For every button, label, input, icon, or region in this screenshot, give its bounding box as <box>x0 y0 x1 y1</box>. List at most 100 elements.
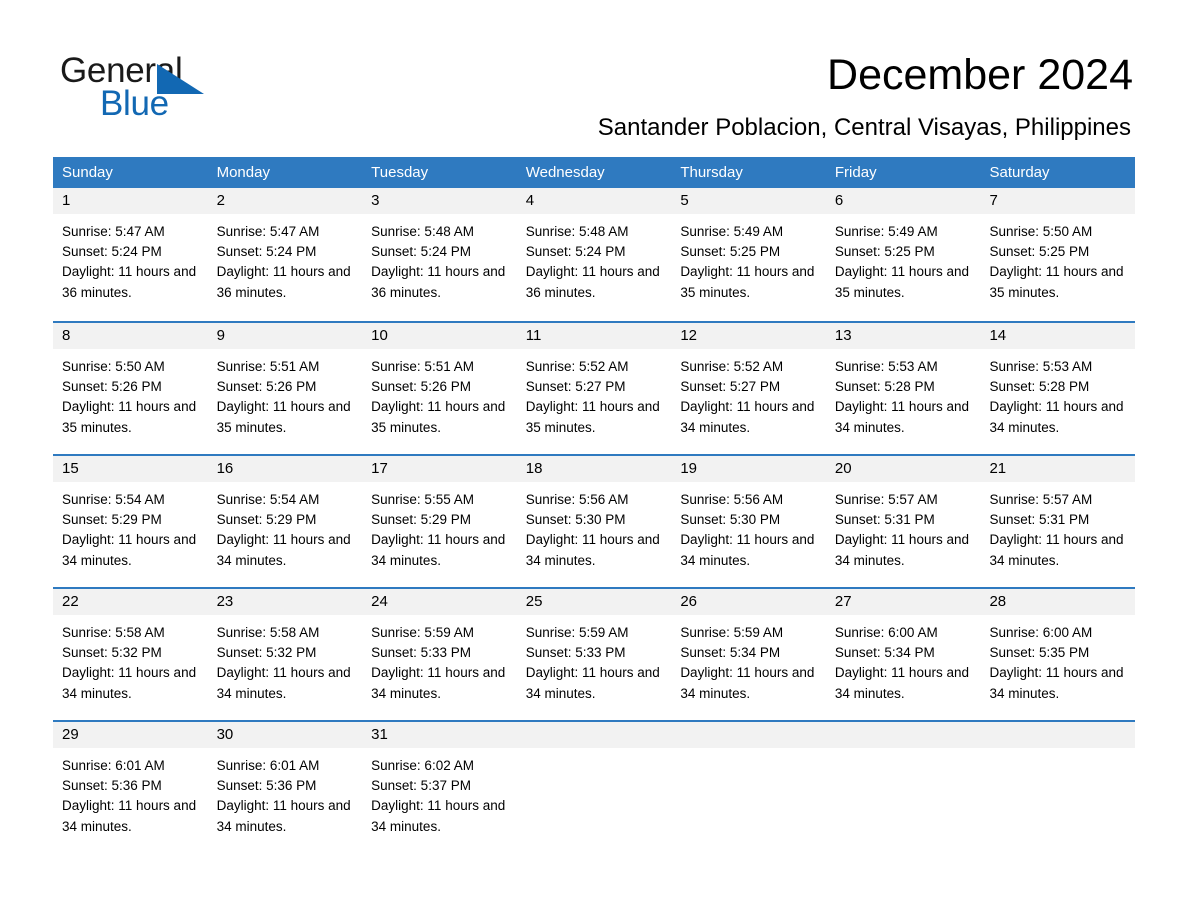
day-number: 2 <box>207 188 363 214</box>
sunset-text: Sunset: 5:28 PM <box>989 379 1090 395</box>
daylight-text: Daylight: 11 hours and 34 minutes. <box>989 665 1124 701</box>
calendar-day-cell[interactable]: 25 Sunrise: 5:59 AM Sunset: 5:33 PM Dayligh… <box>516 589 672 720</box>
daylight-text: Daylight: 11 hours and 34 minutes. <box>62 532 197 568</box>
day-number: 25 <box>516 589 672 615</box>
sunrise-text: Sunrise: 5:51 AM <box>371 359 474 374</box>
day-number <box>516 722 672 748</box>
calendar-day-cell[interactable]: 27 Sunrise: 6:00 AM Sunset: 5:34 PM Dayligh… <box>825 589 981 720</box>
sunrise-text: Sunrise: 5:57 AM <box>834 492 938 507</box>
calendar-day-cell[interactable]: 15 Sunrise: 5:54 AM Sunset: 5:29 PM Dayligh… <box>53 456 208 587</box>
daylight-text: Daylight: 11 hours and 36 minutes. <box>216 264 351 300</box>
calendar-day-cell[interactable]: 9 Sunrise: 5:51 AM Sunset: 5:26 PM Daylight… <box>207 323 363 454</box>
sunset-text: Sunset: 5:29 PM <box>62 512 162 528</box>
daylight-text: Daylight: 11 hours and 34 minutes. <box>680 399 815 435</box>
sunrise-text: Sunrise: 5:52 AM <box>680 359 784 374</box>
calendar-day-cell-empty <box>980 722 1136 853</box>
calendar-day-cell[interactable]: 20 Sunrise: 5:57 AM Sunset: 5:31 PM Dayligh… <box>825 456 981 587</box>
sunset-text: Sunset: 5:34 PM <box>680 645 781 661</box>
sunset-text: Sunset: 5:24 PM <box>62 244 162 260</box>
general-blue-logo: General Blue <box>60 52 260 123</box>
calendar-day-cell[interactable]: 11 Sunrise: 5:52 AM Sunset: 5:27 PM Dayligh… <box>516 323 672 454</box>
sunset-text: Sunset: 5:24 PM <box>525 244 626 260</box>
day-details: Sunrise: 5:54 AM Sunset: 5:29 PM Daylight:… <box>53 482 208 571</box>
calendar-day-cell[interactable]: 1 Sunrise: 5:47 AM Sunset: 5:24 PM Daylight… <box>53 188 208 321</box>
day-details: Sunrise: 5:51 AM Sunset: 5:26 PM Daylight:… <box>362 349 517 438</box>
daylight-text: Daylight: 11 hours and 34 minutes. <box>62 798 197 834</box>
daylight-text: Daylight: 11 hours and 35 minutes. <box>371 399 506 435</box>
calendar-day-cell-empty <box>516 722 672 853</box>
calendar-day-cell[interactable]: 28 Sunrise: 6:00 AM Sunset: 5:35 PM Dayligh… <box>980 589 1136 720</box>
day-number: 16 <box>207 456 363 482</box>
calendar-day-cell[interactable]: 17 Sunrise: 5:55 AM Sunset: 5:29 PM Dayligh… <box>362 456 517 587</box>
daylight-text: Daylight: 11 hours and 34 minutes. <box>62 665 197 701</box>
day-details: Sunrise: 5:59 AM Sunset: 5:34 PM Daylight:… <box>671 615 826 704</box>
sunset-text: Sunset: 5:33 PM <box>525 645 626 661</box>
calendar-day-cell[interactable]: 6 Sunrise: 5:49 AM Sunset: 5:25 PM Daylight… <box>825 188 981 321</box>
sunset-text: Sunset: 5:30 PM <box>680 512 781 528</box>
calendar-day-cell[interactable]: 30 Sunrise: 6:01 AM Sunset: 5:36 PM Dayligh… <box>207 722 363 853</box>
sunrise-text: Sunrise: 5:59 AM <box>525 625 629 640</box>
calendar-day-cell[interactable]: 22 Sunrise: 5:58 AM Sunset: 5:32 PM Dayligh… <box>53 589 208 720</box>
calendar-day-cell[interactable]: 19 Sunrise: 5:56 AM Sunset: 5:30 PM Dayligh… <box>671 456 826 587</box>
day-number: 28 <box>980 589 1136 615</box>
calendar-day-cell[interactable]: 13 Sunrise: 5:53 AM Sunset: 5:28 PM Dayligh… <box>825 323 981 454</box>
calendar-day-cell[interactable]: 8 Sunrise: 5:50 AM Sunset: 5:26 PM Daylight… <box>53 323 208 454</box>
sunrise-text: Sunrise: 5:56 AM <box>525 492 629 507</box>
day-number: 19 <box>671 456 826 482</box>
sunset-text: Sunset: 5:33 PM <box>371 645 471 661</box>
sunrise-text: Sunrise: 6:01 AM <box>216 758 320 773</box>
daylight-text: Daylight: 11 hours and 34 minutes. <box>525 665 660 701</box>
day-details: Sunrise: 5:55 AM Sunset: 5:29 PM Daylight:… <box>362 482 517 571</box>
sunrise-text: Sunrise: 6:00 AM <box>989 625 1093 640</box>
calendar-day-cell[interactable]: 18 Sunrise: 5:56 AM Sunset: 5:30 PM Dayligh… <box>516 456 672 587</box>
sunset-text: Sunset: 5:36 PM <box>216 778 317 794</box>
sunrise-text: Sunrise: 5:47 AM <box>216 224 320 239</box>
day-number: 29 <box>53 722 208 748</box>
day-of-week-header-row: Sunday Monday Tuesday Wednesday Thursday… <box>53 157 1135 188</box>
day-number: 8 <box>53 323 208 349</box>
calendar-day-cell[interactable]: 16 Sunrise: 5:54 AM Sunset: 5:29 PM Dayligh… <box>207 456 363 587</box>
day-details: Sunrise: 5:47 AM Sunset: 5:24 PM Daylight:… <box>208 214 363 303</box>
calendar-day-cell[interactable]: 4 Sunrise: 5:48 AM Sunset: 5:24 PM Daylight… <box>516 188 672 321</box>
day-number: 22 <box>53 589 208 615</box>
calendar-day-cell[interactable]: 23 Sunrise: 5:58 AM Sunset: 5:32 PM Dayligh… <box>207 589 363 720</box>
calendar-day-cell[interactable]: 24 Sunrise: 5:59 AM Sunset: 5:33 PM Dayligh… <box>362 589 517 720</box>
sunset-text: Sunset: 5:35 PM <box>989 645 1090 661</box>
daylight-text: Daylight: 11 hours and 34 minutes. <box>834 665 969 701</box>
sunset-text: Sunset: 5:25 PM <box>834 244 935 260</box>
sunset-text: Sunset: 5:32 PM <box>216 645 317 661</box>
calendar-day-cell[interactable]: 7 Sunrise: 5:50 AM Sunset: 5:25 PM Daylight… <box>980 188 1136 321</box>
daylight-text: Daylight: 11 hours and 35 minutes. <box>525 399 660 435</box>
day-details: Sunrise: 5:49 AM Sunset: 5:25 PM Daylight:… <box>826 214 981 303</box>
daylight-text: Daylight: 11 hours and 34 minutes. <box>834 532 969 568</box>
day-number: 23 <box>207 589 363 615</box>
calendar-day-cell[interactable]: 21 Sunrise: 5:57 AM Sunset: 5:31 PM Dayligh… <box>980 456 1136 587</box>
calendar-day-cell[interactable]: 5 Sunrise: 5:49 AM Sunset: 5:25 PM Daylight… <box>671 188 826 321</box>
sunset-text: Sunset: 5:36 PM <box>62 778 162 794</box>
day-details: Sunrise: 5:52 AM Sunset: 5:27 PM Daylight:… <box>517 349 672 438</box>
day-number: 27 <box>825 589 981 615</box>
calendar-day-cell[interactable]: 29 Sunrise: 6:01 AM Sunset: 5:36 PM Dayligh… <box>53 722 208 853</box>
day-number: 31 <box>362 722 517 748</box>
day-number: 6 <box>825 188 981 214</box>
calendar-day-cell[interactable]: 26 Sunrise: 5:59 AM Sunset: 5:34 PM Dayligh… <box>671 589 826 720</box>
sunrise-text: Sunrise: 6:01 AM <box>62 758 165 773</box>
day-details: Sunrise: 6:01 AM Sunset: 5:36 PM Daylight:… <box>53 748 208 837</box>
calendar-day-cell[interactable]: 31 Sunrise: 6:02 AM Sunset: 5:37 PM Dayligh… <box>362 722 517 853</box>
calendar-week-row: 8 Sunrise: 5:50 AM Sunset: 5:26 PM Daylight… <box>53 321 1136 454</box>
calendar-day-cell[interactable]: 10 Sunrise: 5:51 AM Sunset: 5:26 PM Dayligh… <box>362 323 517 454</box>
day-number: 17 <box>362 456 517 482</box>
sunset-text: Sunset: 5:30 PM <box>525 512 626 528</box>
calendar-day-cell[interactable]: 14 Sunrise: 5:53 AM Sunset: 5:28 PM Dayligh… <box>980 323 1136 454</box>
daylight-text: Daylight: 11 hours and 34 minutes. <box>371 798 506 834</box>
calendar-weeks: 1 Sunrise: 5:47 AM Sunset: 5:24 PM Daylight… <box>53 188 1136 853</box>
calendar-day-cell[interactable]: 12 Sunrise: 5:52 AM Sunset: 5:27 PM Dayligh… <box>671 323 826 454</box>
location-subtitle: Santander Poblacion, Central Visayas, Ph… <box>597 114 1131 141</box>
day-number: 20 <box>825 456 981 482</box>
dow-header-friday: Friday <box>834 164 877 181</box>
sunrise-text: Sunrise: 5:53 AM <box>834 359 938 374</box>
calendar-day-cell[interactable]: 2 Sunrise: 5:47 AM Sunset: 5:24 PM Daylight… <box>207 188 363 321</box>
calendar-page: General Blue December 2024 Santander Pob… <box>0 0 1188 918</box>
sunset-text: Sunset: 5:37 PM <box>371 778 471 794</box>
calendar-day-cell[interactable]: 3 Sunrise: 5:48 AM Sunset: 5:24 PM Daylight… <box>362 188 517 321</box>
